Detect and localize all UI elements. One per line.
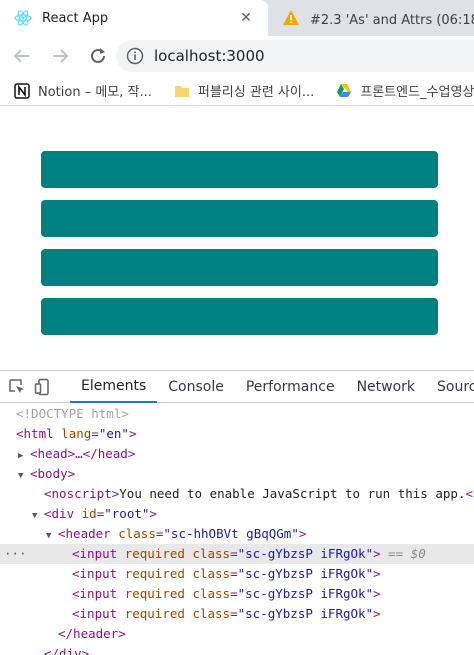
tab-title: #2.3 'As' and Attrs (06:18) – 노: [310, 12, 474, 28]
devtools-panel: Elements Console Performance Network Sou…: [0, 370, 474, 655]
attr-name: class: [192, 586, 231, 601]
tag-open: <noscript>: [44, 486, 120, 501]
bookmark-label: 프론트엔드_수업영상: [360, 85, 474, 100]
attr-name: lang: [61, 426, 92, 441]
attr-name: class: [192, 606, 231, 621]
google-drive-icon: [337, 83, 352, 97]
close-tab-icon[interactable]: ✕: [234, 10, 258, 26]
tag-open: <input: [72, 546, 118, 561]
more-options-icon[interactable]: ···: [4, 544, 27, 564]
arrow-left-icon: [13, 49, 29, 63]
attr-name: required: [124, 586, 185, 601]
attr-name: required: [124, 546, 185, 561]
teal-input-2[interactable]: [41, 200, 438, 237]
tab-title: React App: [42, 10, 109, 26]
inspect-element-icon[interactable]: [8, 376, 26, 398]
collapse-triangle-icon[interactable]: ▼: [32, 506, 44, 526]
device-toolbar-icon[interactable]: [34, 376, 52, 398]
bookmark-publishing[interactable]: 퍼블리싱 관련 사이...: [174, 81, 314, 100]
tab-network[interactable]: Network: [346, 371, 426, 403]
bookmark-label: Notion – 메모, 작...: [38, 85, 152, 100]
devtools-tab-bar: Elements Console Performance Network Sou…: [0, 371, 474, 403]
tag-close: </div>: [44, 646, 90, 655]
attr-value: root: [111, 506, 142, 521]
text-node: You need to enable JavaScript to run thi…: [119, 486, 466, 501]
react-logo-icon: [14, 10, 32, 26]
attr-value: sc-gYbzsP iFRgOk: [245, 546, 366, 561]
attr-name: class: [192, 546, 231, 561]
back-button[interactable]: [6, 40, 38, 72]
reload-icon: [91, 48, 105, 63]
attr-value: sc-hhOBVt gBqQGm: [170, 526, 292, 541]
dom-node-input[interactable]: <input required class="sc-gYbzsP iFRgOk"…: [0, 604, 474, 624]
attr-value: en: [106, 426, 122, 441]
dom-node-root-div[interactable]: ▼ <div id="root">: [0, 504, 474, 524]
tag-open: <body>: [30, 466, 76, 481]
tag-close: </noscript>: [465, 486, 474, 501]
tab-performance[interactable]: Performance: [235, 371, 346, 403]
browser-toolbar: localhost:3000: [0, 36, 474, 76]
dom-node-head[interactable]: ▶ <head>…</head>: [0, 444, 474, 464]
attr-name: id: [81, 506, 97, 521]
teal-input-3[interactable]: [41, 249, 438, 286]
bookmark-frontend[interactable]: 프론트엔드_수업영상: [336, 81, 474, 100]
attr-name: required: [124, 566, 185, 581]
folder-icon: [174, 85, 189, 97]
expand-triangle-icon[interactable]: ▶: [18, 446, 30, 466]
tab-elements[interactable]: Elements: [70, 371, 158, 403]
warning-icon: [283, 10, 299, 25]
arrow-right-icon: [53, 49, 69, 63]
reload-button[interactable]: [82, 40, 114, 72]
tag-open: <input: [72, 566, 118, 581]
dom-tree: <!DOCTYPE html> <html lang="en"> ▶ <head>…: [0, 404, 474, 655]
address-text: localhost:3000: [154, 47, 265, 65]
dom-node-noscript[interactable]: <noscript>You need to enable JavaScript …: [0, 484, 474, 504]
bookmark-label: 퍼블리싱 관련 사이...: [197, 85, 315, 100]
dom-node-header[interactable]: ▼ <header class="sc-hhOBVt gBqQGm">: [0, 524, 474, 544]
dom-node-html[interactable]: <html lang="en">: [0, 424, 474, 444]
address-bar[interactable]: localhost:3000: [116, 40, 474, 72]
attr-name: class: [192, 566, 231, 581]
notion-logo-icon: [14, 82, 30, 99]
selected-marker: == $0: [388, 546, 426, 561]
tab-console[interactable]: Console: [157, 371, 235, 403]
tag-open: <html: [16, 426, 54, 441]
dom-node-input[interactable]: <input required class="sc-gYbzsP iFRgOk"…: [0, 584, 474, 604]
dom-node-doctype[interactable]: <!DOCTYPE html>: [0, 404, 474, 424]
dom-node-body[interactable]: ▼ <body>: [0, 464, 474, 484]
attr-name: class: [118, 526, 156, 541]
doctype-text: <!DOCTYPE html>: [16, 406, 129, 421]
teal-input-1[interactable]: [41, 151, 438, 188]
tab-video-lesson[interactable]: #2.3 'As' and Attrs (06:18) – 노: [268, 0, 474, 36]
dom-node-input-selected[interactable]: ··· <input required class="sc-gYbzsP iFR…: [0, 544, 474, 564]
bookmark-notion[interactable]: Notion – 메모, 작...: [14, 81, 152, 100]
tab-react-app[interactable]: React App ✕: [0, 0, 268, 36]
collapse-triangle-icon[interactable]: ▼: [46, 526, 58, 546]
tag-close: </header>: [58, 626, 126, 641]
tag-open: <input: [72, 606, 118, 621]
browser-tab-strip: React App ✕ #2.3 'As' and Attrs (06:18) …: [0, 0, 474, 36]
page-viewport: [0, 107, 474, 370]
attr-name: required: [124, 606, 185, 621]
dom-node-input[interactable]: <input required class="sc-gYbzsP iFRgOk"…: [0, 564, 474, 584]
attr-value: sc-gYbzsP iFRgOk: [245, 586, 366, 601]
tab-sources[interactable]: Sources: [426, 371, 474, 403]
collapse-triangle-icon[interactable]: ▼: [18, 466, 30, 486]
tag-collapsed: <head>…</head>: [30, 446, 136, 461]
tag-open: <header: [58, 526, 111, 541]
teal-input-4[interactable]: [41, 298, 438, 335]
info-icon[interactable]: [126, 47, 144, 65]
attr-value: sc-gYbzsP iFRgOk: [245, 606, 366, 621]
attr-value: sc-gYbzsP iFRgOk: [245, 566, 366, 581]
dom-node-header-close[interactable]: </header>: [0, 624, 474, 644]
tag-open: <input: [72, 586, 118, 601]
bookmarks-bar: Notion – 메모, 작... 퍼블리싱 관련 사이... 프론트엔드_수업…: [0, 76, 474, 106]
tag-open: <div: [44, 506, 75, 521]
dom-node-div-close[interactable]: </div>: [0, 644, 474, 655]
forward-button[interactable]: [44, 40, 76, 72]
